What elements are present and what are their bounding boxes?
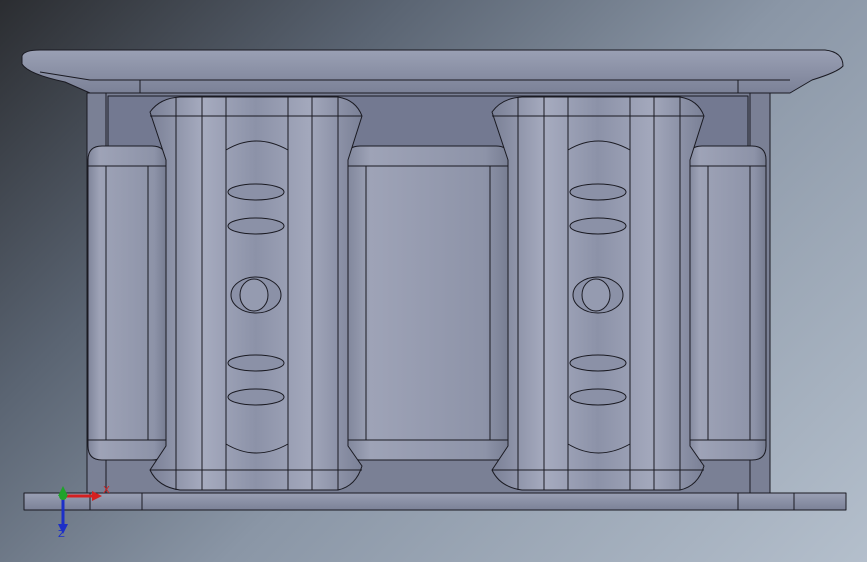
graphics-viewport[interactable]: X Z	[0, 0, 867, 562]
triad-x-label: X	[103, 485, 110, 496]
center-pad[interactable]	[345, 145, 511, 461]
triad-y-point	[58, 486, 68, 500]
top-flange-plate[interactable]	[21, 49, 844, 94]
right-rib-boss[interactable]	[491, 96, 705, 491]
cad-part-model[interactable]	[0, 0, 867, 562]
triad-z-label: Z	[58, 529, 65, 540]
bottom-base-plate[interactable]	[23, 492, 847, 511]
left-side-pad[interactable]	[87, 145, 167, 461]
triad-x-arrow	[64, 491, 102, 501]
left-rib-boss[interactable]	[149, 96, 363, 491]
right-side-pad[interactable]	[687, 145, 767, 461]
reference-triad: X Z	[44, 482, 124, 552]
